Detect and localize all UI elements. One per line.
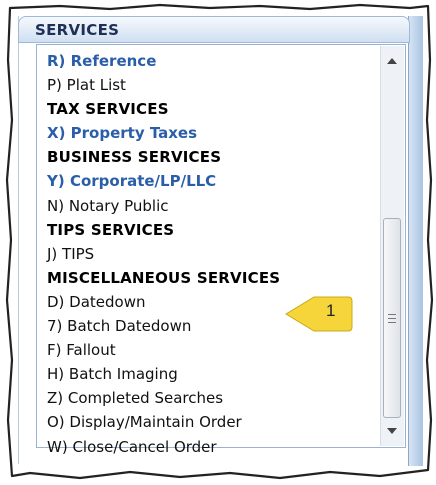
- list-item[interactable]: F) Fallout: [47, 338, 372, 362]
- list-item[interactable]: Z) Completed Searches: [47, 386, 372, 410]
- list-item[interactable]: N) Notary Public: [47, 194, 372, 218]
- callout-arrow-icon: [285, 296, 353, 332]
- list-item[interactable]: R) Reference: [47, 49, 372, 73]
- callout-number: 1: [326, 301, 336, 320]
- services-list: R) Reference P) Plat List TAX SERVICES X) P…: [47, 49, 372, 459]
- panel-title: SERVICES: [35, 21, 120, 39]
- list-section-header: MISCELLANEOUS SERVICES: [47, 268, 281, 287]
- vertical-scrollbar[interactable]: [380, 46, 404, 446]
- list-item[interactable]: J) TIPS: [47, 242, 372, 266]
- grip-line: [388, 322, 396, 323]
- list-section-header: TIPS SERVICES: [47, 220, 175, 239]
- list-item[interactable]: H) Batch Imaging: [47, 362, 372, 386]
- list-item[interactable]: W) Close/Cancel Order: [47, 435, 372, 459]
- list-item[interactable]: Y) Corporate/LP/LLC: [47, 169, 372, 193]
- list-section-header: TAX SERVICES: [47, 100, 169, 119]
- list-item[interactable]: O) Display/Maintain Order: [47, 410, 372, 434]
- services-listbox[interactable]: R) Reference P) Plat List TAX SERVICES X) P…: [36, 44, 406, 456]
- scroll-down-arrow-icon[interactable]: [387, 428, 397, 434]
- panel-side-strip: [408, 16, 423, 466]
- list-item[interactable]: P) Plat List: [47, 73, 372, 97]
- scroll-up-arrow-icon[interactable]: [387, 58, 397, 64]
- panel-header: SERVICES: [18, 16, 410, 43]
- callout-badge: 1: [284, 293, 354, 335]
- grip-line: [388, 318, 396, 319]
- grip-line: [388, 314, 396, 315]
- list-section-header: BUSINESS SERVICES: [47, 148, 222, 167]
- scroll-thumb[interactable]: [383, 218, 401, 418]
- list-item[interactable]: X) Property Taxes: [47, 121, 372, 145]
